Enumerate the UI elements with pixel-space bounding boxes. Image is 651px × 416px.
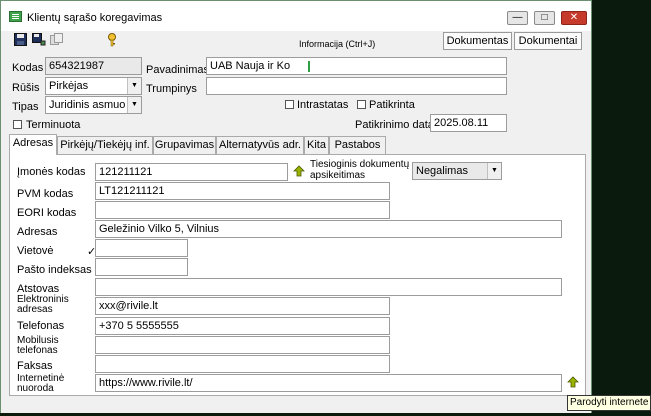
minimize-button[interactable]: — bbox=[507, 11, 528, 25]
tipas-label: Tipas bbox=[12, 101, 39, 113]
tipas-select[interactable]: Juridinis asmuo ▼ bbox=[45, 96, 142, 114]
rusis-value: Pirkėjas bbox=[49, 80, 89, 92]
window-title: Klientų sąrašo koregavimas bbox=[27, 12, 163, 24]
close-button[interactable]: ✕ bbox=[561, 11, 587, 25]
imones-kodas-field[interactable]: 121211121 bbox=[95, 163, 288, 181]
mobilusis-label-2: telefonas bbox=[17, 345, 58, 356]
trumpinys-field[interactable] bbox=[206, 77, 507, 95]
terminuota-checkbox[interactable] bbox=[13, 120, 22, 129]
internetine-nuoroda-field[interactable]: https://www.rivile.lt/ bbox=[95, 374, 562, 392]
kodas-label: Kodas bbox=[12, 62, 44, 74]
key-icon[interactable] bbox=[104, 33, 120, 47]
save-icon[interactable] bbox=[12, 33, 28, 47]
patikrinimo-data-label: Patikrinimo data bbox=[355, 119, 434, 131]
tab-pirkeju-tiekeju[interactable]: Pirkėjų/Tiekėjų inf. bbox=[57, 136, 153, 154]
intrastatas-checkbox[interactable] bbox=[285, 100, 294, 109]
chevron-down-icon[interactable]: ▼ bbox=[127, 78, 141, 94]
tiesioginis-value: Negalimas bbox=[416, 165, 468, 177]
pvm-label: PVM kodas bbox=[17, 188, 74, 200]
info-hint[interactable]: Informacija (Ctrl+J) bbox=[299, 39, 375, 49]
tab-kita[interactable]: Kita bbox=[304, 136, 329, 154]
terminuota-label: Terminuota bbox=[26, 119, 81, 131]
intrastatas-label: Intrastatas bbox=[297, 99, 349, 111]
pasto-indeksas-label: Pašto indeksas bbox=[17, 264, 92, 276]
tab-alternatyvus-adr[interactable]: Alternatyvūs adr. bbox=[216, 136, 304, 154]
text-cursor bbox=[308, 61, 310, 72]
client-edit-window: Klientų sąrašo koregavimas — □ ✕ Informa… bbox=[0, 0, 592, 414]
el-adresas-label-2: adresas bbox=[17, 304, 53, 315]
copy-icon[interactable] bbox=[49, 33, 65, 47]
faksas-field[interactable] bbox=[95, 355, 390, 373]
kodas-field[interactable]: 654321987 bbox=[45, 57, 142, 75]
vietove-field[interactable] bbox=[95, 239, 188, 257]
telefonas-label: Telefonas bbox=[17, 320, 65, 332]
dokumentas-button[interactable]: Dokumentas bbox=[443, 32, 512, 50]
adresas-field[interactable]: Geležinio Vilko 5, Vilnius bbox=[95, 220, 562, 238]
patikrinta-label: Patikrinta bbox=[369, 99, 415, 111]
lookup-icon[interactable] bbox=[292, 164, 306, 181]
tooltip: Parodyti internete bbox=[567, 395, 651, 411]
patikrinta-checkbox[interactable] bbox=[357, 100, 366, 109]
pasto-indeksas-field[interactable] bbox=[95, 258, 188, 276]
tiesioginis-label-2: apsikeitimas bbox=[310, 170, 366, 181]
tab-grupavimas[interactable]: Grupavimas bbox=[153, 136, 216, 154]
tipas-value: Juridinis asmuo bbox=[49, 99, 126, 111]
chevron-down-icon[interactable]: ▼ bbox=[487, 163, 501, 179]
patikrinimo-data-field[interactable]: 2025.08.11 bbox=[430, 114, 507, 132]
eori-field[interactable] bbox=[95, 201, 390, 219]
tiesioginis-label-1: Tiesioginis dokumentų bbox=[310, 159, 410, 170]
rusis-select[interactable]: Pirkėjas ▼ bbox=[45, 77, 142, 95]
chevron-down-icon[interactable]: ▼ bbox=[127, 97, 141, 113]
atstovas-field[interactable] bbox=[95, 278, 562, 296]
tab-pastabos[interactable]: Pastabos bbox=[329, 136, 386, 154]
save-copy-icon[interactable] bbox=[31, 33, 47, 47]
telefonas-field[interactable]: +370 5 5555555 bbox=[95, 317, 390, 335]
trumpinys-label: Trumpinys bbox=[146, 83, 197, 95]
open-web-icon[interactable] bbox=[566, 375, 580, 392]
tiesioginis-select[interactable]: Negalimas ▼ bbox=[412, 162, 502, 180]
faksas-label: Faksas bbox=[17, 360, 53, 372]
pavadinimas-field[interactable]: UAB Nauja ir Ko bbox=[206, 57, 507, 75]
vietove-label: Vietovė bbox=[17, 245, 54, 257]
el-adresas-field[interactable]: xxx@rivile.lt bbox=[95, 297, 390, 315]
imones-kodas-label: Įmonės kodas bbox=[17, 166, 86, 178]
eori-label: EORI kodas bbox=[17, 207, 77, 219]
pvm-field[interactable]: LT121211121 bbox=[95, 182, 390, 200]
internetine-label-2: nuoroda bbox=[17, 383, 54, 394]
app-list-icon bbox=[9, 11, 22, 22]
dokumentai-button[interactable]: Dokumentai bbox=[514, 32, 582, 50]
adresas-label: Adresas bbox=[17, 226, 58, 238]
rusis-label: Rūšis bbox=[12, 82, 40, 94]
title-bar: Klientų sąrašo koregavimas — □ ✕ bbox=[1, 1, 591, 31]
pavadinimas-label: Pavadinimas bbox=[146, 64, 209, 76]
tab-adresas[interactable]: Adresas bbox=[9, 134, 57, 155]
maximize-button[interactable]: □ bbox=[534, 11, 555, 25]
mobilusis-field[interactable] bbox=[95, 336, 390, 354]
